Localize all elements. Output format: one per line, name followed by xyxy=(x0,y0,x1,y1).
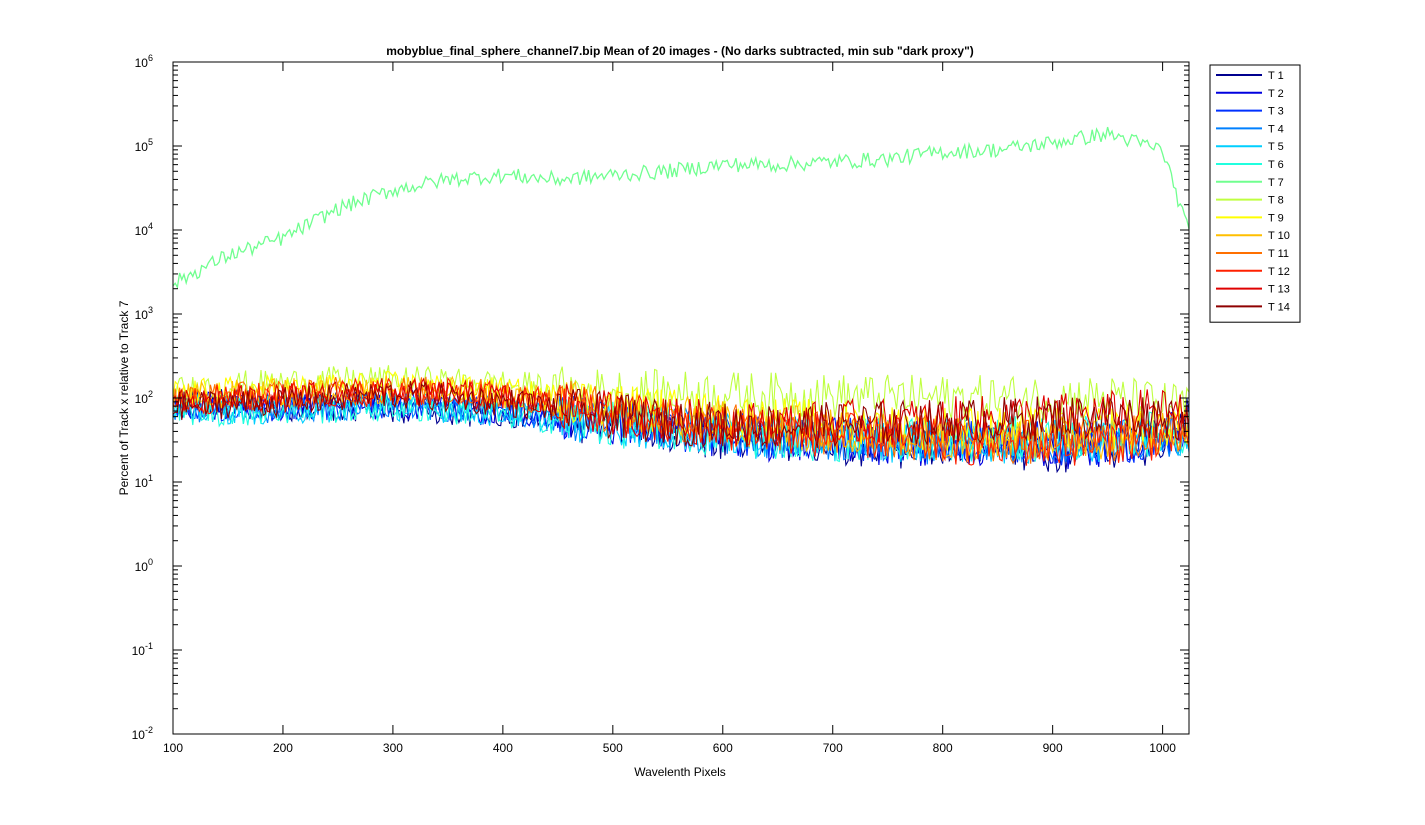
legend-label-12: T 12 xyxy=(1268,266,1290,278)
legend-label-7: T 7 xyxy=(1268,177,1284,189)
y-tick-label-7: 105 xyxy=(135,137,153,154)
x-tick-label-0: 100 xyxy=(163,741,183,755)
x-tick-label-5: 600 xyxy=(713,741,733,755)
legend-label-3: T 3 xyxy=(1268,106,1284,118)
chart-figure: mobyblue_final_sphere_channel7.bip Mean … xyxy=(0,0,1425,825)
legend-label-13: T 13 xyxy=(1268,284,1290,296)
legend-label-6: T 6 xyxy=(1268,159,1284,171)
y-axis-label: Percent of Track x relative to Track 7 xyxy=(117,300,131,495)
chart-title: mobyblue_final_sphere_channel7.bip Mean … xyxy=(386,44,974,58)
legend-label-10: T 10 xyxy=(1268,230,1290,242)
y-tick-label-2: 100 xyxy=(135,557,153,574)
y-tick-label-8: 106 xyxy=(135,53,153,70)
y-tick-label-0: 10-2 xyxy=(132,725,153,742)
x-tick-label-2: 300 xyxy=(383,741,403,755)
y-tick-label-1: 10-1 xyxy=(132,641,153,658)
legend-label-5: T 5 xyxy=(1268,141,1284,153)
legend-label-14: T 14 xyxy=(1268,301,1290,313)
x-tick-label-3: 400 xyxy=(493,741,513,755)
legend-label-4: T 4 xyxy=(1268,123,1284,135)
x-tick-label-8: 900 xyxy=(1043,741,1063,755)
y-tick-label-6: 104 xyxy=(135,221,153,238)
x-tick-label-9: 1000 xyxy=(1149,741,1176,755)
x-tick-label-1: 200 xyxy=(273,741,293,755)
legend-label-2: T 2 xyxy=(1268,88,1284,100)
legend-label-9: T 9 xyxy=(1268,212,1284,224)
legend: T 1 T 2 T 3 T 4 T 5 T 6 T 7 T 8 T 9 T 10 T 11 T 12 T… xyxy=(1209,64,1301,323)
x-tick-label-6: 700 xyxy=(823,741,843,755)
y-tick-label-5: 103 xyxy=(135,305,153,322)
y-tick-label-4: 102 xyxy=(135,389,153,406)
legend-label-11: T 11 xyxy=(1268,248,1289,260)
x-tick-label-7: 800 xyxy=(933,741,953,755)
y-tick-label-3: 101 xyxy=(135,473,153,490)
legend-label-8: T 8 xyxy=(1268,195,1284,207)
x-axis-label: Wavelenth Pixels xyxy=(634,765,726,779)
legend-label-1: T 1 xyxy=(1268,70,1284,82)
x-tick-label-4: 500 xyxy=(603,741,623,755)
plot-area: 100 200 300 400 500 600 700 800 900 1000 10-2 10-1 1… xyxy=(132,53,1190,755)
